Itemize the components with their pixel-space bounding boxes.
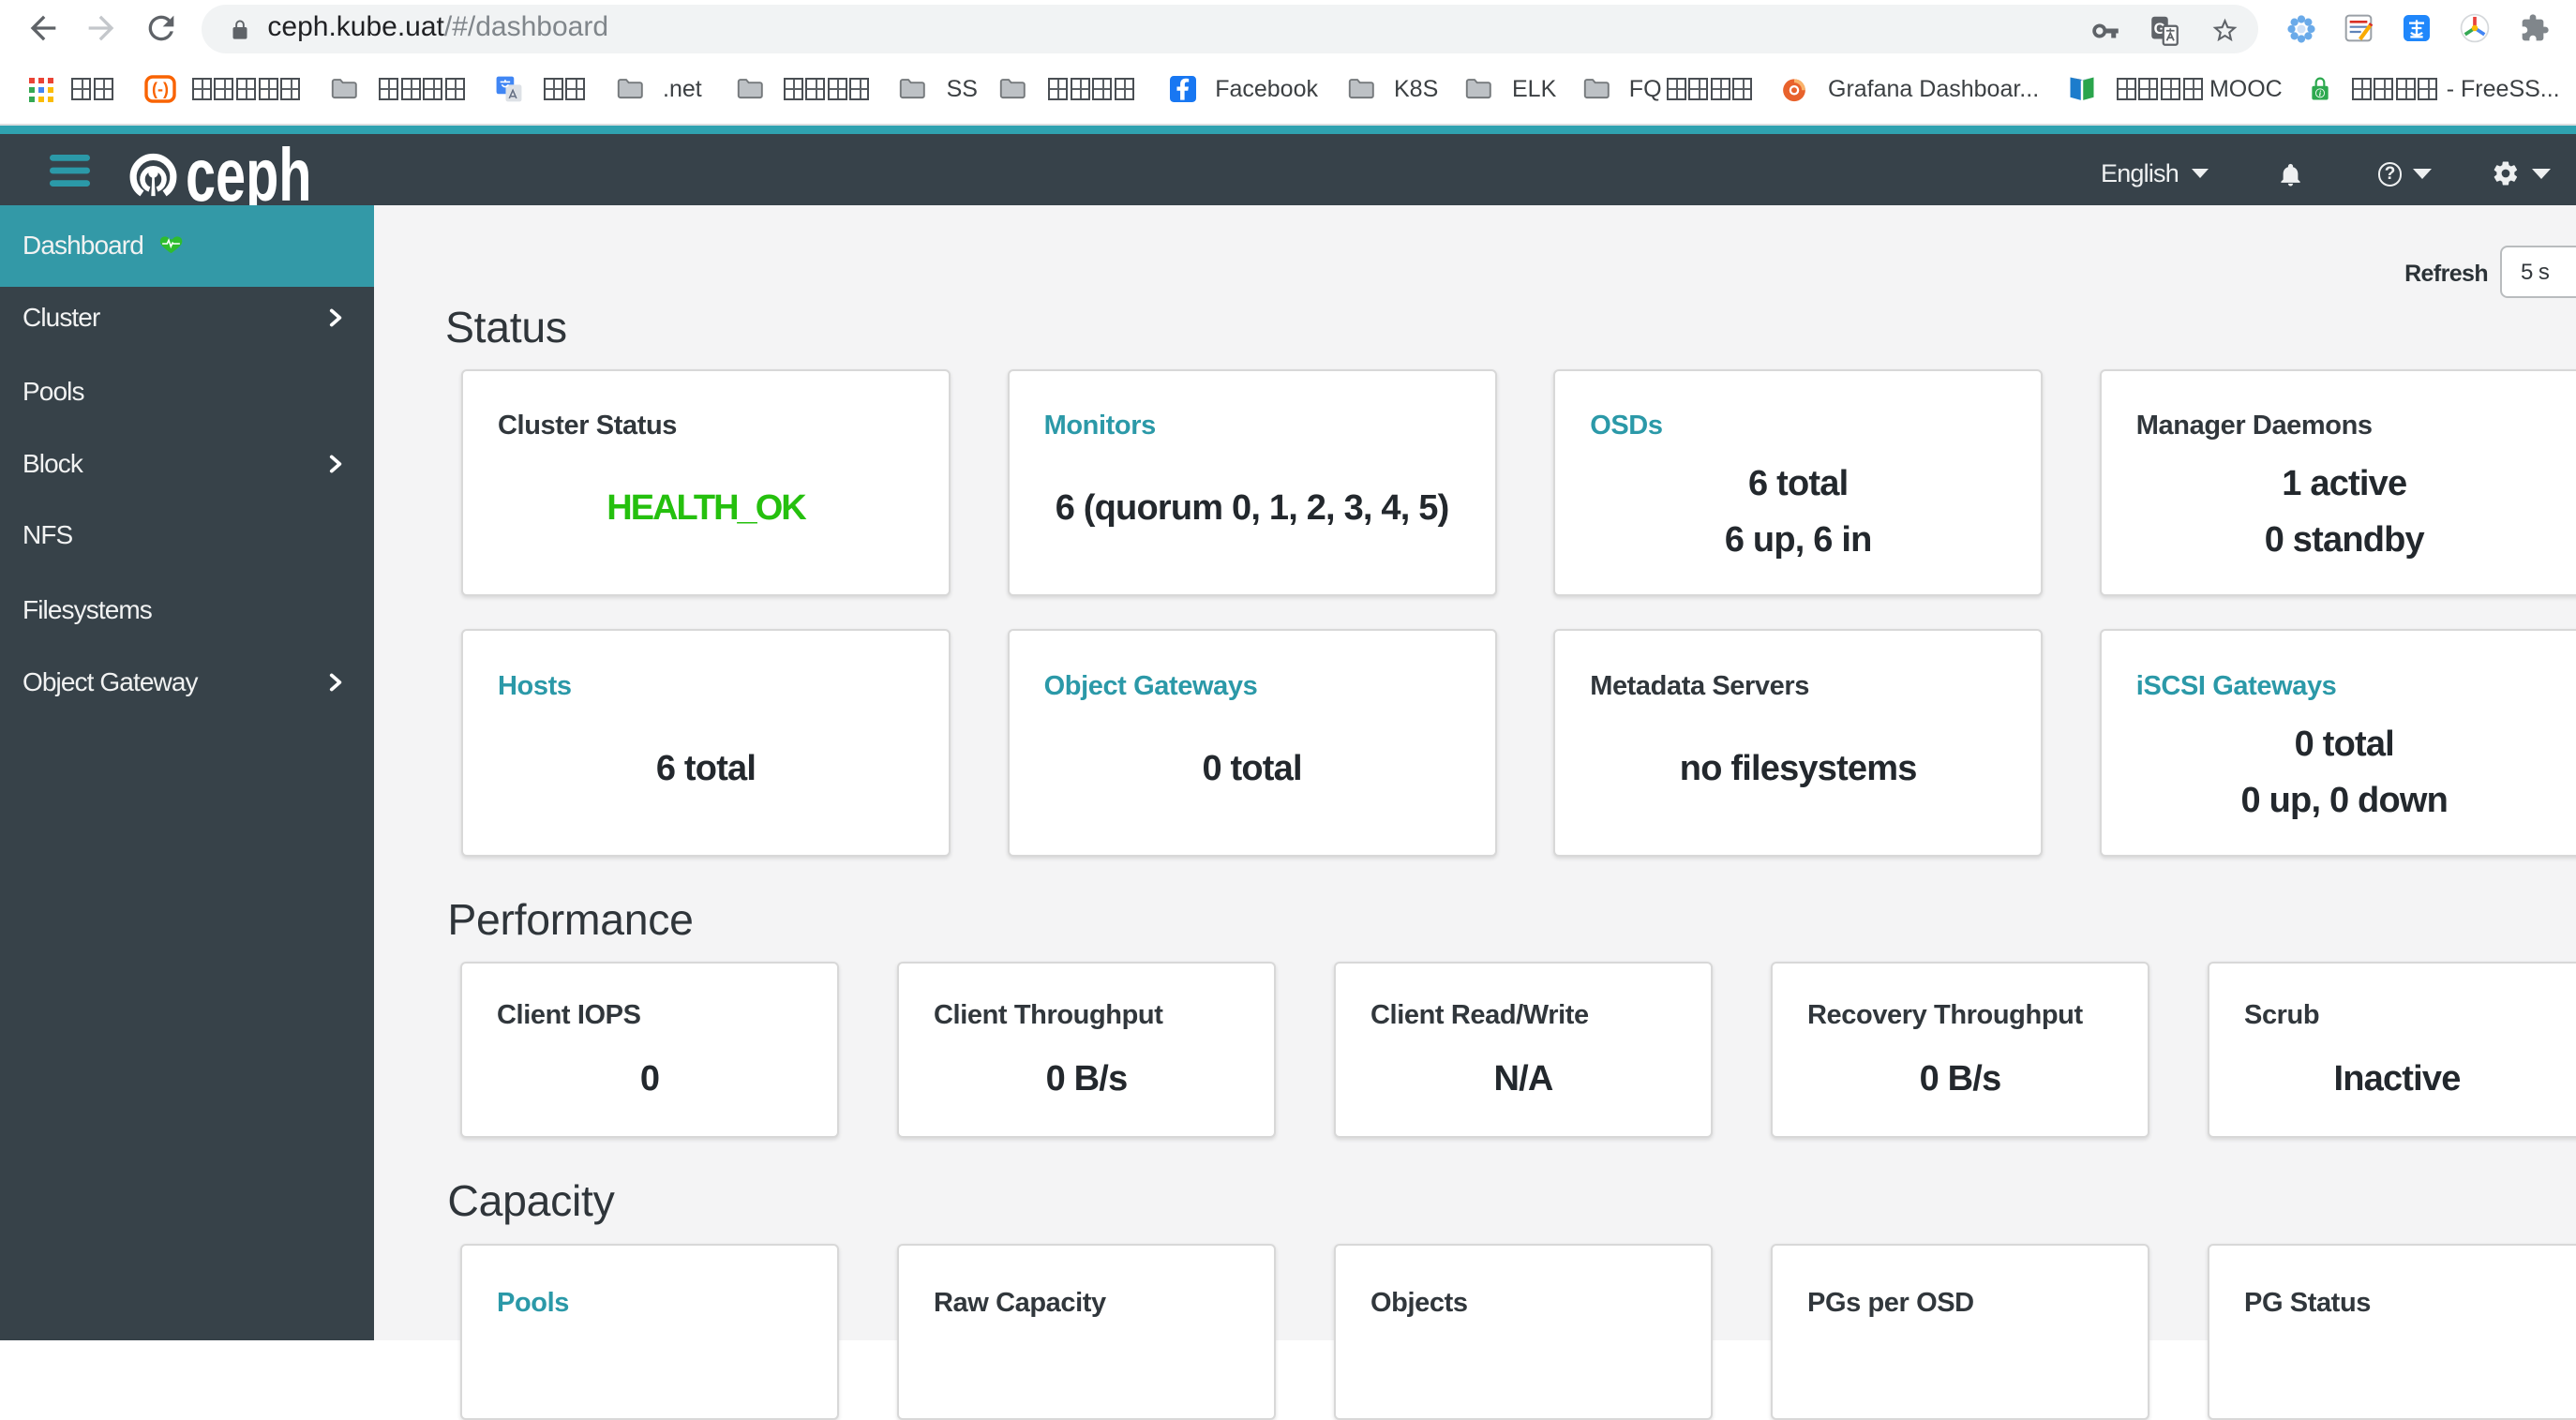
- svg-text:(-): (-): [152, 80, 169, 98]
